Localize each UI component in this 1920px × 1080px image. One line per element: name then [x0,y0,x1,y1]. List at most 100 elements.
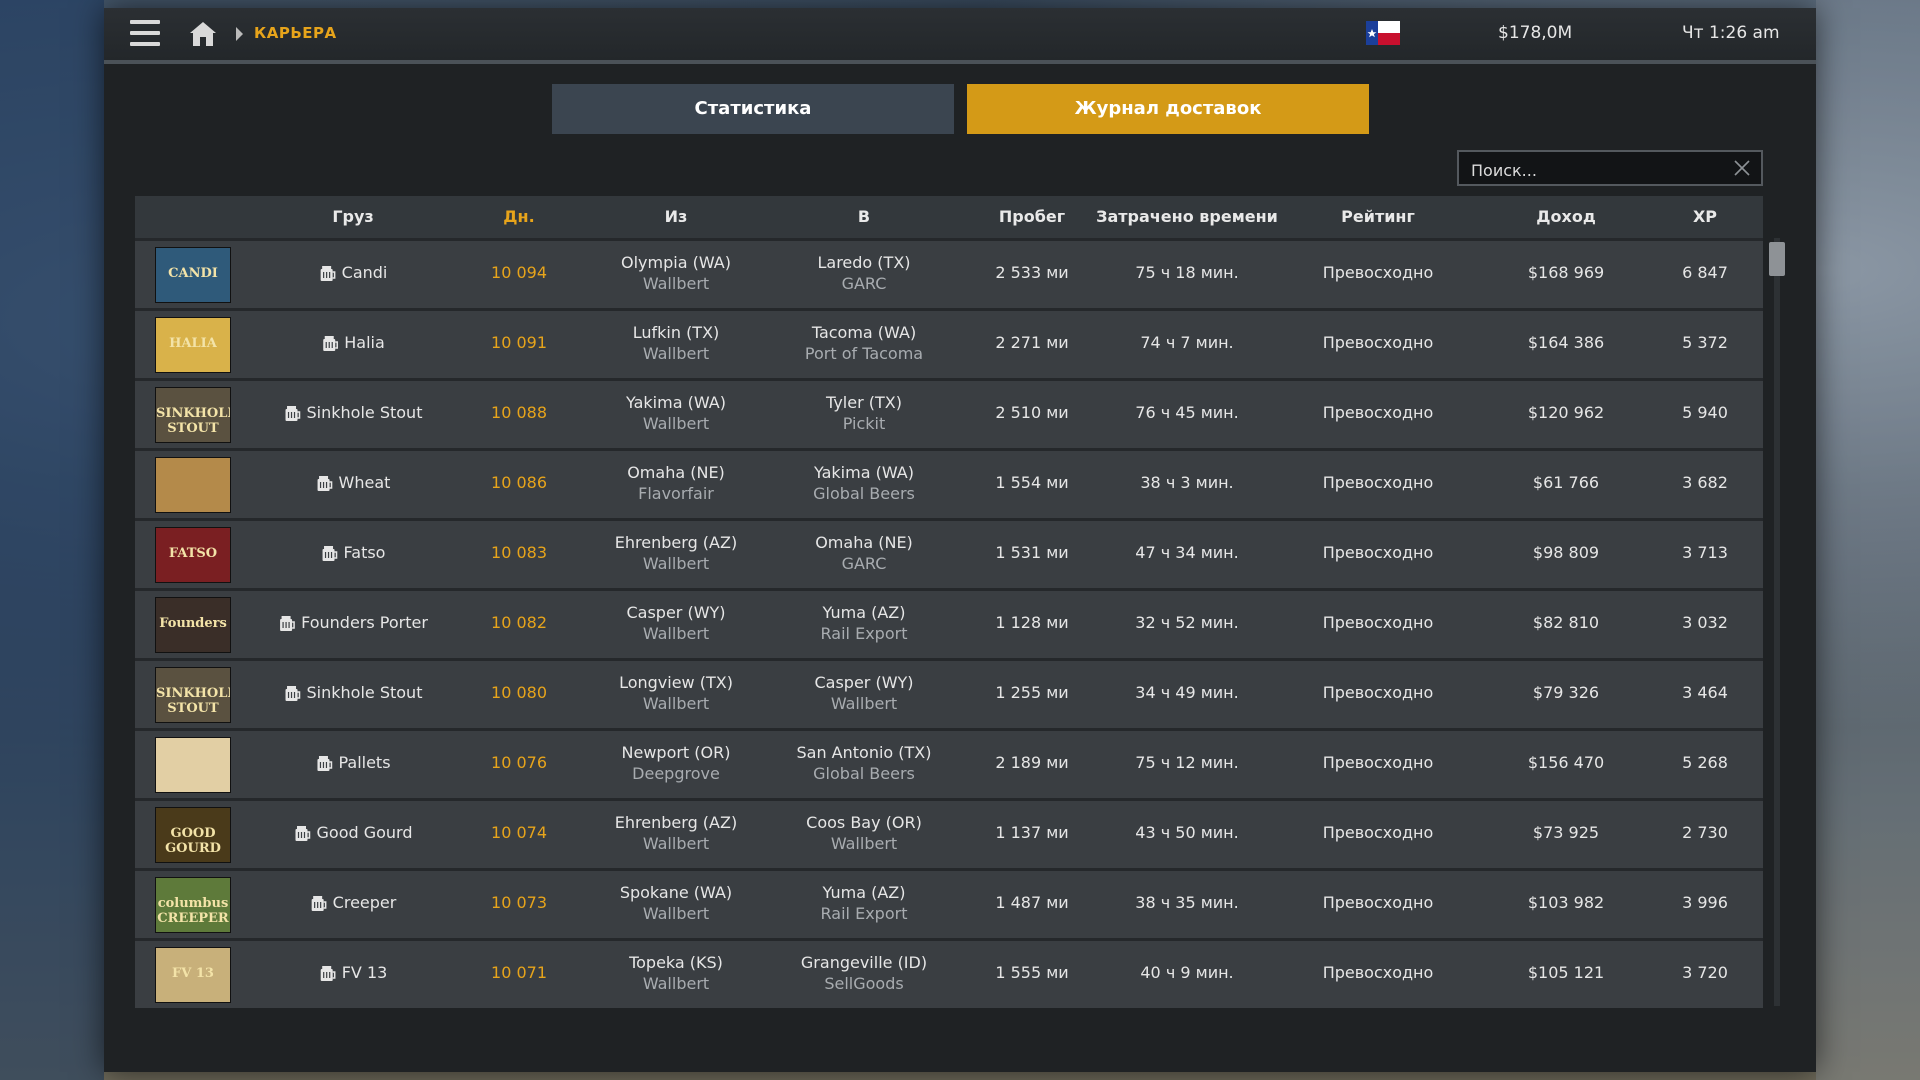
to-company: Pickit [842,414,886,433]
from-city: Yakima (WA) [626,393,726,412]
distance-cell: 2 533 ми [995,263,1069,282]
from-company: Flavorfair [638,484,714,503]
column-header-cargo[interactable]: Груз [332,196,373,238]
time-cell: 43 ч 50 мин. [1135,823,1239,842]
scrollbar-thumb[interactable] [1769,242,1785,276]
column-header-time[interactable]: Затрачено времени [1096,196,1278,238]
cargo-thumbnail-label [156,738,230,756]
table-row[interactable]: SINKHOLE STOUT Sinkhole Stout 10 088 Yakima… [135,378,1763,448]
cargo-thumbnail: columbus CREEPER [155,877,231,933]
cargo-icon [320,965,336,981]
from-city: Longview (TX) [619,673,733,692]
home-icon[interactable] [188,20,218,48]
cargo-icon [285,685,301,701]
to-company: Wallbert [830,834,898,853]
to-company: Global Beers [813,764,915,783]
xp-cell: 3 720 [1682,963,1728,982]
table-row[interactable]: HALIA Halia 10 091 Lufkin (TX) Wallbert Tacom… [135,308,1763,378]
from-city: Newport (OR) [621,743,731,762]
time-cell: 75 ч 18 мин. [1135,263,1239,282]
from-city: Spokane (WA) [619,883,733,902]
to-company: Port of Tacoma [804,344,924,363]
day-cell: 10 082 [491,613,547,632]
table-row[interactable]: SINKHOLE STOUT Sinkhole Stout 10 080 Longvi… [135,658,1763,728]
rating-cell: Превосходно [1322,403,1434,422]
from-company: Wallbert [642,834,710,853]
time-cell: 74 ч 7 мин. [1140,333,1234,352]
time-cell: 40 ч 9 мин. [1140,963,1234,982]
table-row[interactable]: Wheat 10 086 Omaha (NE) Flavorfair Yakima (W… [135,448,1763,518]
cargo-cell: Good Gourd [294,823,413,846]
hamburger-icon[interactable] [130,20,160,46]
from-company: Wallbert [642,904,710,923]
from-company: Wallbert [642,414,710,433]
from-company: Wallbert [642,694,710,713]
table-row[interactable]: Founders Founders Porter 10 082 Casper (WY)… [135,588,1763,658]
rating-cell: Превосходно [1322,333,1434,352]
close-icon[interactable] [1733,159,1751,177]
cargo-name: Fatso [343,543,386,562]
time-cell: 38 ч 3 мин. [1140,473,1234,492]
column-header-xp[interactable]: XP [1693,196,1717,238]
background-beam [0,0,104,1080]
search-input[interactable] [1469,158,1723,182]
to-company: Rail Export [820,904,908,923]
table-row[interactable]: FV 13 FV 13 10 071 Topeka (KS) Wallbert Grang… [135,938,1763,1008]
to-company: GARC [841,274,887,293]
cargo-thumbnail: GOOD GOURD [155,807,231,863]
background-beam [1816,0,1920,1080]
distance-cell: 1 128 ми [995,613,1069,632]
to-city: Grangeville (ID) [800,953,928,972]
table-row[interactable]: FATSO Fatso 10 083 Ehrenberg (AZ) Wallbert Om… [135,518,1763,588]
from-city: Olympia (WA) [621,253,731,272]
income-cell: $164 386 [1527,333,1605,352]
cargo-name: FV 13 [341,963,388,982]
table-row[interactable]: Pallets 10 076 Newport (OR) Deepgrove San An… [135,728,1763,798]
cargo-thumbnail-label: HALIA [169,336,217,351]
day-cell: 10 091 [491,333,547,352]
rating-cell: Превосходно [1322,753,1434,772]
to-city: Tyler (TX) [826,393,902,412]
column-header-distance[interactable]: Пробег [999,196,1065,238]
cargo-icon [317,475,333,491]
table-row[interactable]: columbus CREEPER Creeper 10 073 Spokane (WA… [135,868,1763,938]
to-city: Laredo (TX) [817,253,911,272]
time-cell: 34 ч 49 мин. [1135,683,1239,702]
table-row[interactable]: GOOD GOURD Good Gourd 10 074 Ehrenberg (AZ)… [135,798,1763,868]
cargo-icon [322,545,338,561]
cargo-thumbnail-label: FATSO [168,546,218,561]
day-cell: 10 083 [491,543,547,562]
table-body: CANDI Candi 10 094 Olympia (WA) Wallbert Lare… [135,238,1763,1008]
xp-cell: 5 372 [1682,333,1728,352]
to-city: Coos Bay (OR) [806,813,922,832]
rating-cell: Превосходно [1322,613,1434,632]
breadcrumb[interactable]: КАРЬЕРА [254,24,337,42]
column-header-rating[interactable]: Рейтинг [1341,196,1415,238]
from-city: Topeka (KS) [629,953,723,972]
time-cell: 76 ч 45 мин. [1135,403,1239,422]
from-city: Ehrenberg (AZ) [614,813,738,832]
cargo-cell: Candi [319,263,388,286]
cargo-name: Candi [341,263,388,282]
from-city: Casper (WY) [626,603,726,622]
column-header-from[interactable]: Из [665,196,688,238]
scrollbar-track[interactable] [1774,238,1780,1006]
day-cell: 10 086 [491,473,547,492]
cargo-thumbnail-label: SINKHOLE STOUT [156,406,231,436]
tab-statistics[interactable]: Статистика [552,84,954,134]
column-header-income[interactable]: Доход [1536,196,1595,238]
time-cell: 75 ч 12 мин. [1135,753,1239,772]
column-header-to[interactable]: В [858,196,870,238]
tab-delivery-log[interactable]: Журнал доставок [967,84,1369,134]
to-city: Tacoma (WA) [811,323,917,342]
from-company: Wallbert [642,274,710,293]
income-cell: $61 766 [1532,473,1600,492]
income-cell: $105 121 [1527,963,1605,982]
rating-cell: Превосходно [1322,683,1434,702]
column-header-day[interactable]: Дн. [503,196,534,238]
to-city: San Antonio (TX) [796,743,932,762]
to-company: GARC [841,554,887,573]
table-row[interactable]: CANDI Candi 10 094 Olympia (WA) Wallbert Lare… [135,238,1763,308]
rating-cell: Превосходно [1322,543,1434,562]
cargo-name: Pallets [338,753,391,772]
